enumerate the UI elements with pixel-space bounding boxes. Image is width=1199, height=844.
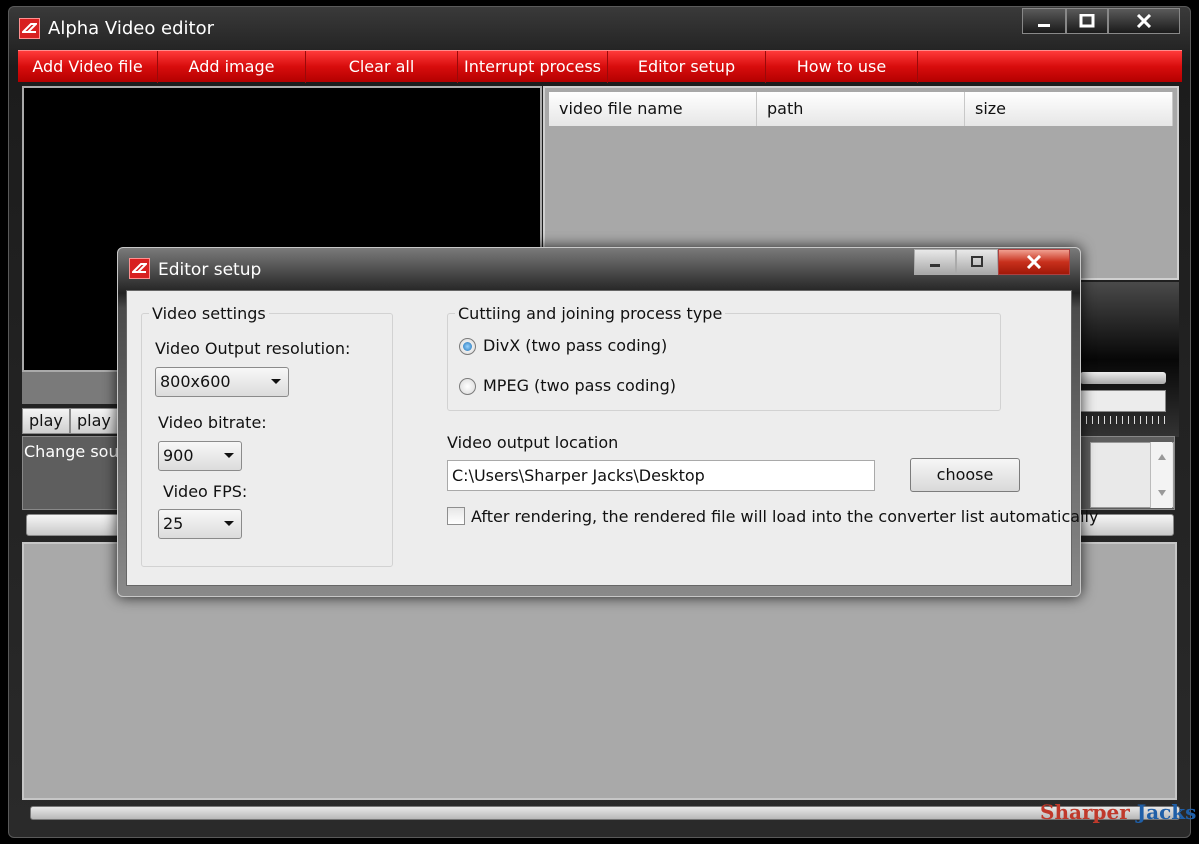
- watermark-jacks: Jacks: [1136, 800, 1197, 824]
- menu-add-video-file[interactable]: Add Video file: [18, 51, 158, 83]
- bitrate-value: 900: [163, 446, 194, 465]
- resolution-label: Video Output resolution:: [155, 339, 351, 358]
- maximize-icon: [1079, 14, 1095, 28]
- column-header-video-file-name[interactable]: video file name: [549, 92, 757, 126]
- menu-editor-setup[interactable]: Editor setup: [608, 51, 766, 83]
- scroll-arrows-icon: [1158, 454, 1166, 496]
- dialog-maximize-button[interactable]: [956, 249, 998, 275]
- output-location-label: Video output location: [447, 433, 619, 452]
- watermark-sharper: Sharper: [1040, 800, 1130, 824]
- timeline-scrollbar[interactable]: [30, 806, 1180, 820]
- choose-button[interactable]: choose: [910, 458, 1020, 492]
- dialog-body: Video settings Video Output resolution: …: [126, 290, 1098, 586]
- menu-bar: Add Video file Add image Clear all Inter…: [18, 50, 1182, 83]
- fps-select[interactable]: 25: [158, 509, 242, 539]
- fps-value: 25: [163, 514, 184, 533]
- menu-clear-all[interactable]: Clear all: [306, 51, 458, 83]
- menu-how-to-use[interactable]: How to use: [766, 51, 918, 83]
- dialog-close-button[interactable]: [998, 249, 1070, 275]
- auto-load-checkbox[interactable]: [447, 507, 465, 525]
- slider-ticks: [1080, 416, 1166, 424]
- play-button[interactable]: play: [22, 408, 70, 434]
- chevron-down-icon: [224, 453, 234, 458]
- play-button-2[interactable]: play: [70, 408, 118, 434]
- process-type-title: Cuttiing and joining process type: [455, 304, 726, 323]
- auto-load-label[interactable]: After rendering, the rendered file will …: [471, 507, 1098, 526]
- chevron-down-icon: [271, 379, 281, 384]
- video-settings-title: Video settings: [149, 304, 269, 323]
- close-button[interactable]: [1108, 8, 1180, 34]
- divx-option-label[interactable]: DivX (two pass coding): [483, 336, 667, 355]
- chevron-down-icon: [224, 521, 234, 526]
- bitrate-label: Video bitrate:: [158, 413, 267, 432]
- column-header-size[interactable]: size: [965, 92, 1173, 126]
- dialog-title: Editor setup: [158, 260, 262, 280]
- change-sound-label: Change soun: [24, 442, 129, 461]
- bitrate-select[interactable]: 900: [158, 441, 242, 471]
- watermark: Sharper Jacks: [1040, 800, 1196, 824]
- sound-list-scrollbar[interactable]: [1150, 442, 1172, 508]
- dialog-logo-icon: [129, 258, 150, 279]
- resolution-select[interactable]: 800x600: [155, 367, 289, 397]
- close-icon: [1026, 255, 1042, 269]
- radio-mpeg[interactable]: [459, 378, 476, 395]
- minimize-icon: [1038, 24, 1050, 27]
- process-type-group: [447, 313, 1001, 411]
- close-icon: [1136, 14, 1152, 28]
- menu-interrupt-process[interactable]: Interrupt process: [458, 51, 608, 83]
- window-title: Alpha Video editor: [48, 18, 215, 39]
- dialog-minimize-button[interactable]: [914, 249, 956, 275]
- column-header-path[interactable]: path: [757, 92, 965, 126]
- maximize-button[interactable]: [1066, 8, 1108, 34]
- editor-setup-dialog: Editor setup Video settings Video Output…: [117, 247, 1098, 597]
- menu-add-image[interactable]: Add image: [158, 51, 306, 83]
- time-field[interactable]: [1080, 390, 1166, 412]
- resolution-value: 800x600: [160, 372, 231, 391]
- minimize-icon: [930, 264, 940, 267]
- maximize-icon: [971, 256, 983, 267]
- mpeg-option-label[interactable]: MPEG (two pass coding): [483, 376, 676, 395]
- radio-divx[interactable]: [459, 338, 476, 355]
- fps-label: Video FPS:: [163, 482, 248, 501]
- output-path-field[interactable]: C:\Users\Sharper Jacks\Desktop: [447, 460, 875, 491]
- minimize-button[interactable]: [1022, 8, 1066, 34]
- app-logo-icon: [19, 18, 40, 39]
- volume-slider-track[interactable]: [1080, 372, 1166, 384]
